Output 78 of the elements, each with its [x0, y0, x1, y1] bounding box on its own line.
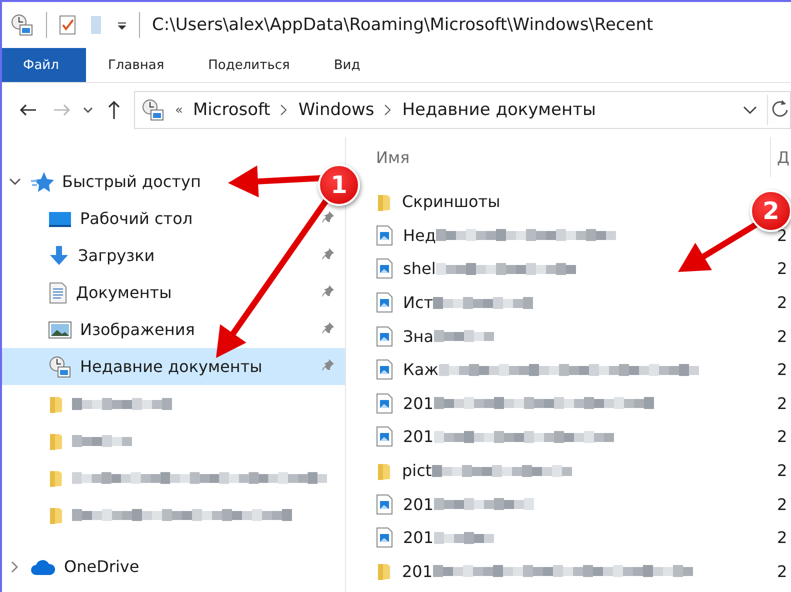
pin-icon[interactable]: [321, 284, 335, 298]
refresh-icon[interactable]: [767, 95, 790, 125]
image-file-icon: [376, 292, 393, 314]
pin-icon[interactable]: [321, 321, 335, 335]
ribbon-tab[interactable]: Поделиться: [186, 48, 312, 82]
overflow-chevron: «: [175, 102, 183, 118]
nav-tree-item[interactable]: OneDrive: [64, 557, 140, 576]
breadcrumb[interactable]: Windows: [298, 100, 374, 120]
forward-icon[interactable]: [53, 103, 71, 117]
breadcrumb[interactable]: Microsoft: [192, 100, 270, 120]
folder-icon: [376, 561, 392, 582]
date-cell-text: 2: [776, 326, 788, 346]
up-icon[interactable]: [107, 100, 121, 120]
date-cell-text: 2: [776, 427, 788, 446]
date-cell-text: 2: [776, 528, 788, 548]
nav-item-label: Загрузки: [78, 246, 155, 265]
callout-badge: 1: [318, 164, 360, 206]
file-name[interactable]: 201: [402, 562, 433, 581]
desktop-icon: [48, 210, 72, 228]
file-name[interactable]: pict: [402, 461, 432, 480]
recent-places-icon: [48, 354, 72, 378]
dropdown-icon[interactable]: [117, 20, 127, 30]
star-icon: [30, 170, 54, 192]
pin-icon[interactable]: [321, 247, 335, 261]
dropdown-icon[interactable]: [743, 105, 757, 115]
nav-item-label: Изображения: [80, 320, 195, 339]
date-cell-text: 2: [776, 293, 788, 312]
ribbon-tab[interactable]: Главная: [86, 48, 186, 82]
pictures-icon: [48, 320, 72, 340]
date-cell-text: 2: [776, 562, 788, 581]
recent-places-icon: [141, 98, 165, 122]
nav-item-label: Документы: [76, 283, 172, 302]
date-cell-text: 2: [776, 360, 788, 380]
date-cell-text: 2: [776, 259, 788, 278]
nav-tree-item[interactable]: Быстрый доступ: [62, 172, 201, 191]
recent-locations-icon[interactable]: [82, 105, 94, 115]
file-name[interactable]: 201: [403, 427, 434, 446]
image-file-icon: [376, 392, 393, 414]
file-name[interactable]: Скриншоты: [402, 192, 500, 212]
file-name[interactable]: Зна: [403, 326, 434, 346]
file-name[interactable]: 201: [403, 494, 434, 514]
image-file-icon: [376, 426, 393, 448]
file-name[interactable]: 201: [403, 394, 434, 413]
pin-icon[interactable]: [321, 210, 335, 224]
download-icon: [48, 244, 70, 266]
chevron-icon: [384, 104, 392, 116]
file-name[interactable]: Нед: [403, 226, 436, 245]
pin-icon[interactable]: [321, 358, 335, 372]
image-file-icon: [376, 359, 393, 380]
date-cell-text: 2: [776, 494, 788, 514]
image-file-icon: [376, 326, 393, 347]
window-path: C:\Users\alex\AppData\Roaming\Microsoft\Windows\Recent: [152, 15, 654, 35]
nav-item-label: Рабочий стол: [80, 209, 193, 228]
image-file-icon: [376, 224, 393, 246]
properties-icon[interactable]: [59, 14, 77, 36]
cloud-icon: [30, 558, 56, 576]
nav-item[interactable]: Документы: [2, 274, 345, 311]
chevron-icon: [280, 104, 288, 116]
column-header[interactable]: Имя: [376, 148, 770, 166]
nav-item[interactable]: Недавние документы: [2, 348, 345, 385]
file-name[interactable]: shel: [403, 259, 436, 278]
date-cell-text: 2: [776, 394, 788, 413]
image-file-icon: [376, 258, 393, 280]
back-icon[interactable]: [19, 103, 37, 117]
breadcrumb[interactable]: Недавние документы: [402, 100, 596, 120]
nav-item[interactable]: Загрузки: [2, 237, 345, 274]
nav-item-label: Недавние документы: [80, 357, 262, 376]
file-name[interactable]: Ист: [403, 293, 434, 312]
date-cell-text: 2: [776, 461, 788, 480]
address-bar[interactable]: « Microsoft Windows Недавние документы: [134, 91, 791, 129]
document-icon: [48, 282, 68, 304]
image-file-icon: [376, 494, 393, 515]
file-name[interactable]: Каж: [403, 360, 439, 380]
image-file-icon: [376, 527, 393, 548]
file-name[interactable]: 201: [403, 528, 434, 548]
column-header[interactable]: Д: [770, 137, 791, 177]
ribbon-tab[interactable]: Вид: [312, 48, 382, 82]
recent-places-icon: [10, 13, 34, 37]
